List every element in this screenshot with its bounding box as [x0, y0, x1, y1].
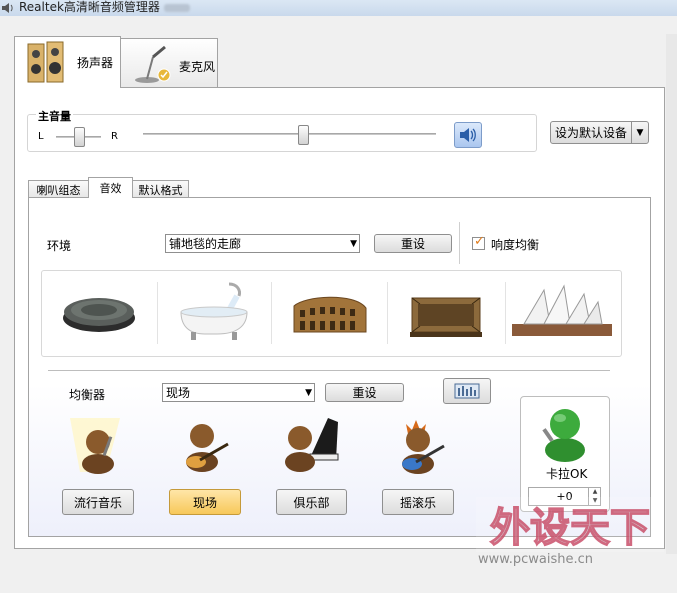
stone-arena-icon[interactable]: [408, 288, 484, 340]
preset-club-button[interactable]: 俱乐部: [276, 489, 347, 515]
microphone-icon: [135, 45, 171, 83]
equalizer-select[interactable]: 现场 ▼: [162, 383, 315, 402]
balance-slider-thumb[interactable]: [74, 127, 85, 147]
bathtub-icon[interactable]: [175, 280, 253, 344]
speakers-icon: [27, 41, 64, 83]
pop-singer-icon[interactable]: [66, 414, 130, 476]
karaoke-singer-icon[interactable]: [538, 400, 592, 462]
tab-microphone-label: 麦克风: [179, 60, 216, 74]
watermark-url: www.pcwaishe.cn: [478, 552, 593, 567]
preset-rock-button[interactable]: 摇滚乐: [382, 489, 454, 515]
preset-pop-label: 流行音乐: [73, 495, 122, 510]
environment-reset-button[interactable]: 重设: [374, 234, 452, 253]
set-default-device-button[interactable]: 设为默认设备 ▼: [550, 121, 649, 144]
set-default-device-label: 设为默认设备: [555, 126, 628, 140]
tab-sound-effects-label: 音效: [99, 182, 122, 195]
preset-live-button[interactable]: 现场: [169, 489, 241, 515]
preset-rock-label: 摇滚乐: [399, 495, 436, 510]
speaker-icon: [2, 3, 13, 13]
tab-speaker-config-label: 喇叭组态: [36, 183, 81, 197]
tab-speaker-config[interactable]: 喇叭组态: [28, 180, 89, 198]
window-title: Realtek高清晰音频管理器: [19, 0, 160, 14]
tab-sound-effects[interactable]: 音效: [88, 177, 133, 198]
chevron-down-icon: ▼: [350, 238, 357, 249]
equalizer-label: 均衡器: [69, 388, 106, 402]
preset-pop-button[interactable]: 流行音乐: [62, 489, 134, 515]
loudness-label: 响度均衡: [491, 238, 540, 252]
colosseum-icon[interactable]: [290, 288, 370, 338]
chevron-down-icon: ▼: [305, 387, 312, 398]
tab-default-format-label: 默认格式: [138, 183, 183, 197]
speaker-volume-icon: [460, 128, 476, 142]
tab-default-format[interactable]: 默认格式: [132, 180, 189, 198]
environment-select-value: 铺地毯的走廊: [169, 237, 242, 251]
environment-label: 环境: [47, 239, 72, 253]
balance-right-label: R: [111, 131, 118, 142]
rock-guitarist-icon[interactable]: [392, 414, 448, 476]
equalizer-reset-label: 重设: [352, 386, 377, 400]
environment-select[interactable]: 铺地毯的走廊 ▼: [165, 234, 360, 253]
equalizer-select-value: 现场: [166, 386, 191, 400]
pianist-icon[interactable]: [280, 414, 342, 476]
svg-text:外设天下: 外设天下: [490, 505, 650, 551]
watermark-logo: 外设天下: [476, 497, 664, 552]
guitarist-icon[interactable]: [176, 416, 232, 474]
environment-reset-label: 重设: [400, 237, 425, 251]
balance-left-label: L: [38, 131, 44, 142]
tab-microphone[interactable]: 麦克风: [120, 38, 218, 87]
loudness-checkbox[interactable]: ✓: [472, 234, 485, 250]
checkmark-icon: ✓: [474, 234, 485, 249]
mute-button[interactable]: [454, 122, 482, 148]
master-volume-title: 主音量: [36, 108, 73, 124]
tab-speakers[interactable]: 扬声器: [14, 36, 121, 88]
equalizer-reset-button[interactable]: 重设: [325, 383, 404, 402]
scrollbar[interactable]: [666, 34, 677, 554]
tab-speakers-label: 扬声器: [77, 56, 114, 70]
stone-slab-icon[interactable]: [60, 288, 138, 336]
preset-club-label: 俱乐部: [293, 495, 330, 510]
dropdown-arrow-icon[interactable]: ▼: [631, 122, 648, 143]
graphic-eq-icon: [454, 383, 480, 399]
preset-live-label: 现场: [192, 495, 217, 510]
volume-track: [143, 133, 436, 135]
opera-house-icon[interactable]: [510, 280, 614, 344]
graphic-eq-button[interactable]: [443, 378, 491, 404]
karaoke-label: 卡拉OK: [546, 467, 588, 481]
title-bar: Realtek高清晰音频管理器: [0, 0, 677, 16]
volume-slider-thumb[interactable]: [298, 125, 309, 145]
